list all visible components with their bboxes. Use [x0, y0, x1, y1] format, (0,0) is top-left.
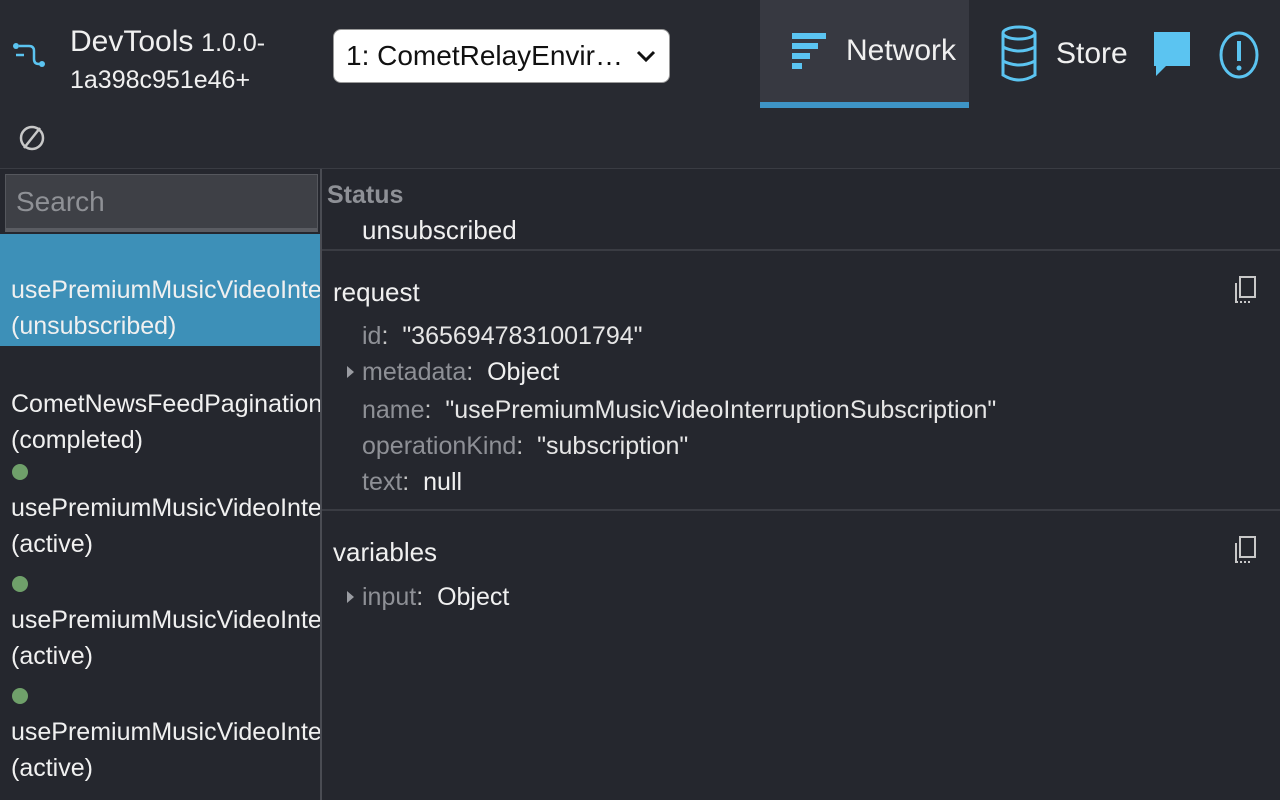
- database-icon: [1001, 25, 1037, 82]
- field-key: text: [362, 468, 403, 496]
- tab-store-label: Store: [1056, 37, 1128, 70]
- network-icon: [792, 33, 826, 69]
- environment-select[interactable]: 1: CometRelayEnvironm…: [333, 29, 670, 83]
- alert-info-icon[interactable]: [1218, 30, 1260, 80]
- brand-title: DevTools 1.0.0-1a398c951e46+: [70, 24, 270, 98]
- request-field-name: name: "usePremiumMusicVideoInterruptionS…: [362, 396, 997, 424]
- request-name: usePremiumMusicVideoInterru: [11, 276, 322, 304]
- clear-icon[interactable]: [18, 123, 46, 153]
- active-status-dot: [12, 576, 28, 592]
- request-status: (completed): [11, 426, 143, 454]
- tab-network[interactable]: Network: [760, 0, 969, 108]
- feedback-icon[interactable]: [1150, 28, 1194, 80]
- expand-arrow-icon[interactable]: [344, 364, 356, 380]
- request-sidebar: usePremiumMusicVideoInterru (unsubscribe…: [0, 169, 322, 800]
- header-bar: DevTools 1.0.0-1a398c951e46+ 1: CometRel…: [0, 0, 1280, 169]
- variables-section-title: variables: [333, 537, 438, 567]
- variables-field-input[interactable]: input: Object: [362, 583, 509, 612]
- field-value: Object: [487, 358, 560, 386]
- request-field-text: text: null: [362, 468, 463, 496]
- request-detail-panel: Status unsubscribed request id: "3656947…: [322, 169, 1280, 800]
- request-status: (active): [11, 754, 93, 782]
- devtools-app: DevTools 1.0.0-1a398c951e46+ 1: CometRel…: [0, 0, 1280, 800]
- request-status: (active): [11, 530, 93, 558]
- field-value: "subscription": [537, 432, 689, 460]
- tab-store[interactable]: Store: [990, 0, 1130, 108]
- request-field-metadata[interactable]: metadata: Object: [362, 358, 559, 387]
- request-name: usePremiumMusicVideoInterru: [11, 606, 322, 634]
- search-input[interactable]: [5, 174, 318, 232]
- list-item[interactable]: usePremiumMusicVideoInterru (active): [0, 456, 320, 568]
- status-value: unsubscribed: [362, 215, 517, 245]
- field-value: "3656947831001794": [402, 322, 643, 350]
- list-item[interactable]: usePremiumMusicVideoInterru (active): [0, 568, 320, 680]
- list-item[interactable]: usePremiumMusicVideoInterru (unsubscribe…: [0, 234, 320, 346]
- request-name: usePremiumMusicVideoInterru: [11, 494, 322, 522]
- field-key: operationKind: [362, 432, 517, 460]
- expand-arrow-icon[interactable]: [344, 589, 356, 605]
- request-section-title: request: [333, 277, 420, 307]
- copy-icon[interactable]: [1234, 275, 1258, 305]
- field-value: "usePremiumMusicVideoInterruptionSubscri…: [445, 396, 997, 424]
- request-list: usePremiumMusicVideoInterru (unsubscribe…: [0, 234, 320, 792]
- copy-icon[interactable]: [1234, 535, 1258, 565]
- request-field-operation-kind: operationKind: "subscription": [362, 432, 689, 460]
- request-name: usePremiumMusicVideoInterru: [11, 718, 322, 746]
- status-title: Status: [327, 181, 404, 209]
- brand-name: DevTools: [70, 25, 194, 58]
- relay-logo-icon: [13, 43, 45, 67]
- field-key: id: [362, 322, 382, 350]
- request-status: (unsubscribed): [11, 312, 177, 340]
- field-key: input: [362, 583, 417, 611]
- field-key: name: [362, 396, 425, 424]
- environment-select-value: 1: CometRelayEnvironm…: [346, 40, 627, 71]
- request-status: (active): [11, 642, 93, 670]
- field-value: null: [423, 468, 463, 496]
- field-key: metadata: [362, 358, 467, 386]
- section-divider: [322, 249, 1280, 251]
- chevron-down-icon: [636, 50, 656, 63]
- field-value: Object: [437, 583, 510, 611]
- active-status-dot: [12, 688, 28, 704]
- tab-network-label: Network: [846, 34, 957, 67]
- section-divider: [322, 509, 1280, 511]
- list-item[interactable]: usePremiumMusicVideoInterru (active): [0, 680, 320, 792]
- active-status-dot: [12, 464, 28, 480]
- request-name: CometNewsFeedPaginationQue: [11, 390, 322, 418]
- list-item[interactable]: CometNewsFeedPaginationQue (completed): [0, 346, 320, 456]
- request-field-id: id: "3656947831001794": [362, 322, 643, 350]
